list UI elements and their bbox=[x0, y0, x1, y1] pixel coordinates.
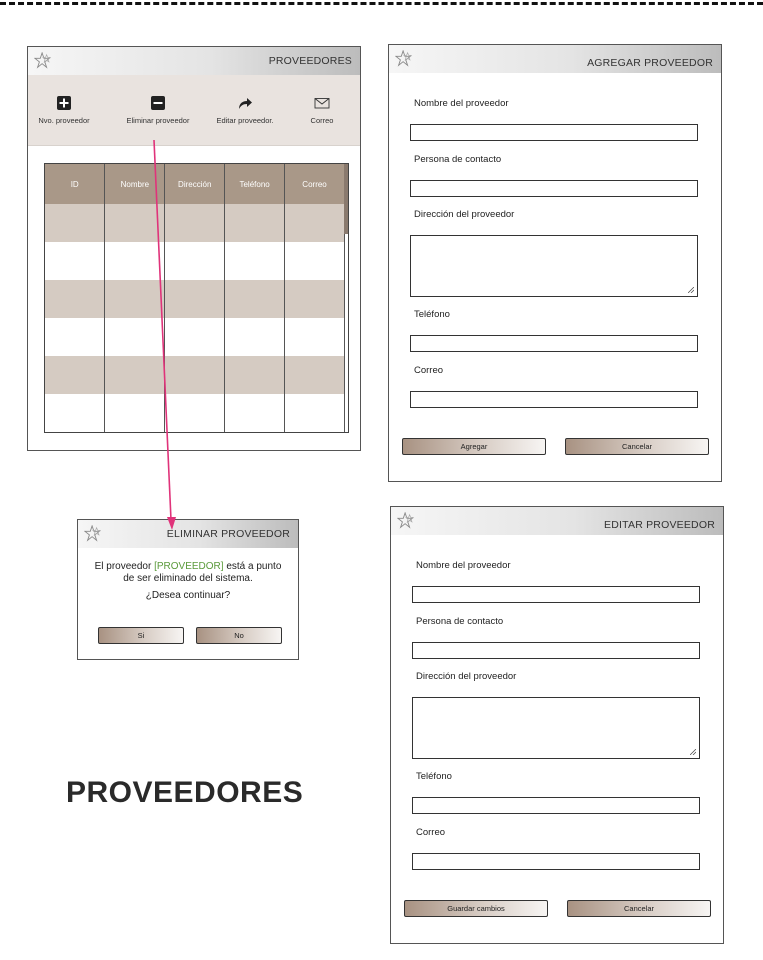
delete-titlebar: ELIMINAR PROVEEDOR bbox=[78, 520, 298, 548]
column-header-correo[interactable]: Correo bbox=[284, 164, 345, 204]
column-header-id[interactable]: ID bbox=[45, 164, 106, 204]
proveedores-titlebar: PROVEEDORES bbox=[28, 47, 360, 75]
envelope-icon bbox=[314, 98, 330, 109]
dashed-separator bbox=[0, 2, 763, 5]
table-row[interactable] bbox=[45, 356, 345, 394]
email-button[interactable]: Correo bbox=[282, 95, 362, 125]
delete-provider-button[interactable]: Eliminar proveedor bbox=[118, 95, 198, 125]
table-row[interactable] bbox=[45, 204, 345, 242]
input-contacto[interactable] bbox=[412, 642, 700, 659]
star-logo-icon bbox=[395, 50, 413, 67]
add-button[interactable]: Agregar bbox=[402, 438, 546, 455]
label-contacto: Persona de contacto bbox=[414, 154, 502, 165]
resize-grip-icon[interactable] bbox=[688, 287, 694, 293]
proveedores-window: PROVEEDORES Nvo. proveedor Eliminar prov… bbox=[27, 46, 361, 451]
table-header-row: ID Nombre Dirección Teléfono Correo bbox=[45, 164, 345, 204]
add-titlebar: AGREGAR PROVEEDOR bbox=[389, 45, 721, 73]
window-title: AGREGAR PROVEEDOR bbox=[587, 57, 713, 69]
page-title: PROVEEDORES bbox=[66, 776, 304, 809]
table-scrollbar[interactable] bbox=[344, 164, 348, 234]
message-prefix: El proveedor bbox=[94, 561, 155, 572]
label-telefono: Teléfono bbox=[416, 771, 452, 782]
resize-grip-icon[interactable] bbox=[690, 749, 696, 755]
edit-titlebar: EDITAR PROVEEDOR bbox=[391, 507, 723, 535]
textarea-direccion[interactable] bbox=[412, 697, 700, 759]
provider-placeholder: [PROVEEDOR] bbox=[154, 561, 224, 572]
label-nombre: Nombre del proveedor bbox=[416, 560, 511, 571]
label-contacto: Persona de contacto bbox=[416, 616, 504, 627]
tool-label: Editar proveedor. bbox=[216, 116, 274, 125]
input-telefono[interactable] bbox=[412, 797, 700, 814]
label-nombre: Nombre del proveedor bbox=[414, 98, 509, 109]
window-title: ELIMINAR PROVEEDOR bbox=[166, 528, 290, 540]
add-provider-window: AGREGAR PROVEEDOR Nombre del proveedor P… bbox=[388, 44, 722, 482]
window-title: PROVEEDORES bbox=[268, 55, 352, 67]
delete-message: El proveedor [PROVEEDOR] está a punto bbox=[78, 561, 298, 572]
share-arrow-icon bbox=[239, 98, 252, 109]
toolbar: Nvo. proveedor Eliminar proveedor Editar… bbox=[28, 75, 360, 146]
message-suffix: está a punto bbox=[223, 561, 282, 572]
label-correo: Correo bbox=[416, 827, 446, 838]
label-telefono: Teléfono bbox=[414, 309, 450, 320]
label-direccion: Dirección del proveedor bbox=[416, 671, 517, 682]
textarea-direccion[interactable] bbox=[410, 235, 698, 297]
yes-button[interactable]: Si bbox=[98, 627, 184, 644]
window-title: EDITAR PROVEEDOR bbox=[604, 519, 715, 531]
save-changes-button[interactable]: Guardar cambios bbox=[404, 900, 548, 917]
tool-label: Eliminar proveedor bbox=[126, 116, 190, 125]
tool-label: Correo bbox=[310, 116, 334, 125]
plus-square-icon bbox=[57, 96, 71, 110]
star-logo-icon bbox=[84, 525, 102, 542]
star-logo-icon bbox=[34, 52, 52, 69]
column-header-nombre[interactable]: Nombre bbox=[104, 164, 166, 204]
column-header-telefono[interactable]: Teléfono bbox=[224, 164, 286, 204]
input-correo[interactable] bbox=[410, 391, 698, 408]
edit-provider-window: EDITAR PROVEEDOR Nombre del proveedor Pe… bbox=[390, 506, 724, 944]
input-nombre[interactable] bbox=[410, 124, 698, 141]
input-telefono[interactable] bbox=[410, 335, 698, 352]
table-row[interactable] bbox=[45, 394, 345, 432]
label-correo: Correo bbox=[414, 365, 444, 376]
edit-provider-button[interactable]: Editar proveedor. bbox=[205, 95, 285, 125]
minus-square-icon bbox=[151, 96, 165, 110]
label-direccion: Dirección del proveedor bbox=[414, 209, 515, 220]
input-nombre[interactable] bbox=[412, 586, 700, 603]
tool-label: Nvo. proveedor bbox=[38, 116, 90, 125]
confirm-question: ¿Desea continuar? bbox=[145, 590, 231, 601]
delete-message-line2: de ser eliminado del sistema. bbox=[123, 573, 253, 584]
cancel-button[interactable]: Cancelar bbox=[567, 900, 711, 917]
table-row[interactable] bbox=[45, 242, 345, 280]
input-contacto[interactable] bbox=[410, 180, 698, 197]
table-row[interactable] bbox=[45, 318, 345, 356]
new-provider-button[interactable]: Nvo. proveedor bbox=[24, 95, 104, 125]
providers-table: ID Nombre Dirección Teléfono Correo bbox=[44, 163, 349, 433]
input-correo[interactable] bbox=[412, 853, 700, 870]
star-logo-icon bbox=[397, 512, 415, 529]
no-button[interactable]: No bbox=[196, 627, 282, 644]
table-row[interactable] bbox=[45, 280, 345, 318]
cancel-button[interactable]: Cancelar bbox=[565, 438, 709, 455]
delete-provider-dialog: ELIMINAR PROVEEDOR El proveedor [PROVEED… bbox=[77, 519, 299, 660]
column-header-direccion[interactable]: Dirección bbox=[164, 164, 226, 204]
